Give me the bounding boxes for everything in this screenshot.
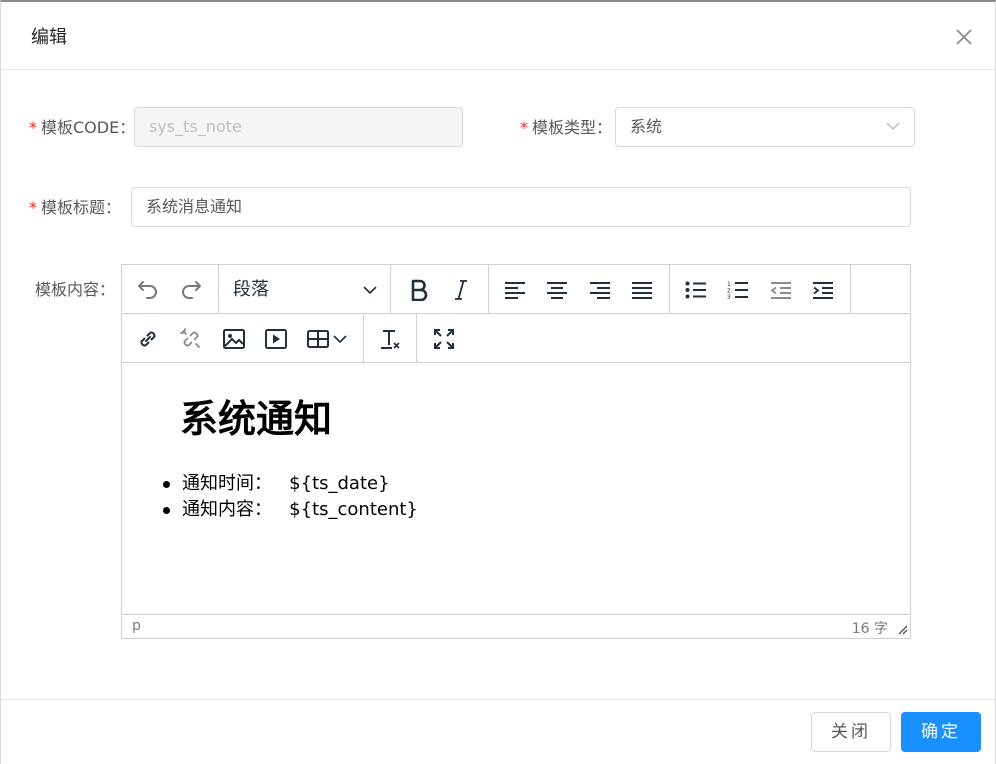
required-mark: * xyxy=(520,118,528,137)
editor-statusbar: p 16 字 xyxy=(122,614,910,638)
redo-icon[interactable] xyxy=(176,275,206,305)
resize-handle-icon[interactable] xyxy=(898,625,908,635)
required-mark: * xyxy=(29,118,37,137)
template-code-label: * 模板CODE： xyxy=(29,118,136,137)
modal-header: 编辑 xyxy=(1,2,995,70)
chevron-down-icon xyxy=(886,122,900,131)
template-code-input[interactable]: sys_ts_note xyxy=(134,107,463,147)
template-title-label: * 模板标题： xyxy=(29,198,122,217)
bullet-list-icon[interactable] xyxy=(681,275,711,305)
clear-format-icon[interactable] xyxy=(375,324,405,354)
image-icon[interactable] xyxy=(219,324,249,354)
numbered-list-icon[interactable]: 123 xyxy=(723,275,753,305)
list-item: 通知内容： ${ts_content} xyxy=(162,497,418,523)
align-left-icon[interactable] xyxy=(500,275,530,305)
editor-content-area[interactable]: 系统通知 通知时间： ${ts_date} 通知内容： ${ts_content… xyxy=(122,363,910,614)
content-list: 通知时间： ${ts_date} 通知内容： ${ts_content} xyxy=(162,471,418,523)
required-mark: * xyxy=(29,198,37,217)
undo-icon[interactable] xyxy=(133,275,163,305)
align-right-icon[interactable] xyxy=(585,275,615,305)
media-icon[interactable] xyxy=(261,324,291,354)
alignment-group xyxy=(489,265,670,313)
template-content-label: 模板内容： xyxy=(35,280,116,299)
template-title-input[interactable]: 系统消息通知 xyxy=(131,187,911,227)
fullscreen-icon[interactable] xyxy=(429,324,459,354)
outdent-icon[interactable] xyxy=(766,275,796,305)
table-icon[interactable] xyxy=(303,324,355,354)
block-format-select[interactable]: 段落 xyxy=(233,275,381,305)
block-format-group: 段落 xyxy=(219,265,391,313)
close-icon[interactable] xyxy=(953,26,975,48)
template-type-label: * 模板类型： xyxy=(520,118,613,137)
history-group xyxy=(122,265,219,313)
modal-title: 编辑 xyxy=(31,27,67,48)
list-group: 123 xyxy=(670,265,851,313)
edit-modal: 编辑 * 模板CODE： sys_ts_note * 模板类型： 系统 * 模板标题：… xyxy=(0,0,996,764)
align-center-icon[interactable] xyxy=(542,275,572,305)
template-type-select[interactable]: 系统 xyxy=(615,107,915,147)
svg-text:3: 3 xyxy=(727,294,731,300)
template-type-value: 系统 xyxy=(630,117,663,136)
insert-group xyxy=(122,314,364,362)
block-format-value: 段落 xyxy=(233,279,269,300)
text-style-group xyxy=(391,265,489,313)
list-item: 通知时间： ${ts_date} xyxy=(162,471,418,497)
italic-icon[interactable] xyxy=(446,275,476,305)
indent-icon[interactable] xyxy=(808,275,838,305)
confirm-button[interactable]: 确定 xyxy=(901,712,981,752)
align-justify-icon[interactable] xyxy=(627,275,657,305)
close-button[interactable]: 关闭 xyxy=(811,712,891,752)
view-group xyxy=(417,314,473,362)
format-group xyxy=(364,314,417,362)
bold-icon[interactable] xyxy=(404,275,434,305)
editor-toolbar-row-1: 段落 1 2 3 xyxy=(122,265,910,314)
link-icon[interactable] xyxy=(133,324,163,354)
content-heading: 系统通知 xyxy=(180,397,333,441)
editor-toolbar-row-2 xyxy=(122,314,910,363)
unlink-icon[interactable] xyxy=(176,324,206,354)
element-path[interactable]: p xyxy=(132,618,141,634)
modal-footer: 关闭 确定 xyxy=(1,699,995,764)
word-count: 16 字 xyxy=(851,621,888,637)
chevron-down-icon xyxy=(363,286,377,295)
rich-text-editor: 段落 1 2 3 系统通知 通知时间： ${ts_date} 通知内容： ${t… xyxy=(121,264,911,639)
